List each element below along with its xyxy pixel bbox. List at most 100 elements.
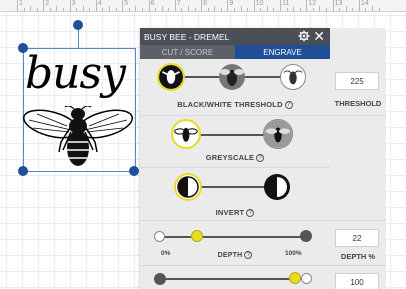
tab-engrave[interactable]: ENGRAVE bbox=[235, 45, 330, 59]
ruler-tick bbox=[201, 0, 203, 11]
invert-on-toggle[interactable] bbox=[263, 173, 291, 201]
threshold-label: BLACK/WHITE THRESHOLD? bbox=[140, 100, 330, 110]
ruler-minor-tick bbox=[102, 8, 104, 11]
invert-label-text: INVERT bbox=[215, 208, 245, 217]
ruler-tick bbox=[227, 0, 229, 11]
ruler-tick bbox=[17, 0, 18, 11]
ruler-minor-tick bbox=[233, 8, 235, 11]
threshold-section: BLACK/WHITE THRESHOLD? bbox=[140, 59, 330, 116]
ruler-minor-tick bbox=[194, 8, 196, 11]
ruler-minor-tick bbox=[273, 8, 275, 11]
resize-handle-br[interactable] bbox=[129, 166, 139, 176]
ruler-minor-tick bbox=[293, 6, 295, 11]
greyscale-on-toggle[interactable] bbox=[263, 119, 293, 149]
ruler-minor-tick bbox=[345, 6, 347, 11]
speed-track[interactable] bbox=[160, 278, 310, 280]
depth-value-area: 22 DEPTH % bbox=[330, 221, 386, 266]
resize-handle-tl[interactable] bbox=[18, 43, 28, 53]
ruler-minor-tick bbox=[220, 8, 222, 11]
ruler-minor-tick bbox=[372, 6, 374, 11]
ruler-minor-tick bbox=[36, 8, 38, 11]
depth-slider-handle[interactable] bbox=[191, 230, 203, 242]
ruler-minor-tick bbox=[63, 8, 65, 11]
spacer-area bbox=[330, 116, 386, 221]
ruler-tick bbox=[122, 0, 124, 11]
threshold-label-text: BLACK/WHITE THRESHOLD bbox=[177, 100, 283, 109]
speed-section bbox=[140, 266, 330, 289]
ruler-minor-tick bbox=[89, 8, 91, 11]
ruler-number: 12 bbox=[308, 0, 317, 7]
depth-label-text: DEPTH bbox=[217, 251, 243, 259]
ruler-tick bbox=[43, 0, 45, 11]
ruler-minor-tick bbox=[378, 8, 380, 11]
speed-slider-handle[interactable] bbox=[289, 272, 301, 284]
help-icon[interactable]: ? bbox=[284, 101, 293, 110]
ruler-number: 13 bbox=[334, 0, 343, 7]
ruler-tick bbox=[148, 0, 150, 11]
ruler-number: 7 bbox=[176, 0, 181, 7]
ruler-tick bbox=[358, 0, 360, 11]
ruler-minor-tick bbox=[128, 8, 130, 11]
ruler-number: 1 bbox=[19, 0, 23, 7]
panel-title: BUSY BEE - DREMEL bbox=[144, 31, 230, 42]
ruler-minor-tick bbox=[312, 8, 314, 11]
ruler-minor-tick bbox=[109, 6, 111, 11]
invert-label: INVERT? bbox=[140, 208, 330, 218]
depth-section: 0% DEPTH? 100% bbox=[140, 221, 330, 266]
help-icon[interactable]: ? bbox=[256, 154, 265, 163]
ruler-minor-tick bbox=[181, 8, 183, 11]
depth-max-marker bbox=[300, 230, 312, 242]
threshold-preview-high[interactable] bbox=[280, 64, 306, 90]
help-icon[interactable]: ? bbox=[246, 209, 255, 218]
rotate-handle[interactable] bbox=[73, 20, 83, 30]
ruler-minor-tick bbox=[214, 6, 216, 11]
ruler-minor-tick bbox=[141, 8, 143, 11]
depth-value-input[interactable]: 22 bbox=[335, 229, 379, 247]
ruler-minor-tick bbox=[365, 8, 367, 11]
ruler-minor-tick bbox=[82, 6, 84, 11]
busy-bee-design[interactable]: busy bbox=[23, 48, 136, 172]
greyscale-section: GREYSCALE? bbox=[140, 116, 330, 168]
ruler-minor-tick bbox=[187, 6, 189, 11]
help-icon[interactable]: ? bbox=[244, 251, 253, 259]
ruler-minor-tick bbox=[23, 8, 25, 11]
ruler-number: 10 bbox=[255, 0, 264, 7]
threshold-value-area: 225 THRESHOLD bbox=[330, 28, 386, 116]
depth-track[interactable] bbox=[160, 236, 306, 238]
ruler-minor-tick bbox=[352, 8, 354, 11]
ruler-tick bbox=[306, 0, 308, 11]
ruler-number: 5 bbox=[124, 0, 129, 7]
threshold-preview-mid[interactable] bbox=[219, 64, 245, 90]
ruler-minor-tick bbox=[161, 6, 163, 11]
ruler-minor-tick bbox=[240, 6, 242, 11]
ruler-minor-tick bbox=[56, 6, 58, 11]
ruler-minor-tick bbox=[260, 8, 262, 11]
ruler-minor-tick bbox=[30, 6, 32, 11]
ruler-minor-tick bbox=[299, 8, 301, 11]
panel-header: BUSY BEE - DREMEL ✕ bbox=[140, 28, 330, 45]
threshold-value-label: THRESHOLD bbox=[334, 99, 382, 108]
greyscale-off-toggle[interactable] bbox=[171, 119, 201, 149]
speed-value-input[interactable]: 100 bbox=[335, 273, 379, 289]
resize-handle-bl[interactable] bbox=[18, 166, 28, 176]
depth-value-label: DEPTH % bbox=[340, 252, 376, 261]
depth-max-label: 100% bbox=[285, 250, 302, 257]
threshold-preview-low[interactable] bbox=[157, 63, 185, 91]
invert-section: INVERT? bbox=[140, 168, 330, 221]
threshold-value-input[interactable]: 225 bbox=[335, 72, 379, 90]
gear-icon[interactable] bbox=[298, 30, 310, 42]
engrave-settings-panel: BUSY BEE - DREMEL ✕ CUT / SCORE ENGRAVE bbox=[140, 28, 330, 289]
ruler-tick bbox=[95, 0, 97, 11]
ruler-minor-tick bbox=[319, 6, 321, 11]
ruler-minor-tick bbox=[207, 8, 209, 11]
ruler-tick bbox=[69, 0, 71, 11]
ruler-minor-tick bbox=[168, 8, 170, 11]
ruler-tick bbox=[332, 0, 334, 11]
top-ruler: 1 2 3 4 5 6 7 8 9 10 11 12 13 14 bbox=[0, 0, 406, 12]
ruler-tick bbox=[174, 0, 176, 11]
ruler-number: 3 bbox=[71, 0, 76, 7]
invert-off-toggle[interactable] bbox=[174, 173, 202, 201]
tab-cut-score[interactable]: CUT / SCORE bbox=[140, 45, 235, 59]
close-icon[interactable]: ✕ bbox=[313, 28, 325, 45]
ruler-number: 2 bbox=[45, 0, 50, 7]
